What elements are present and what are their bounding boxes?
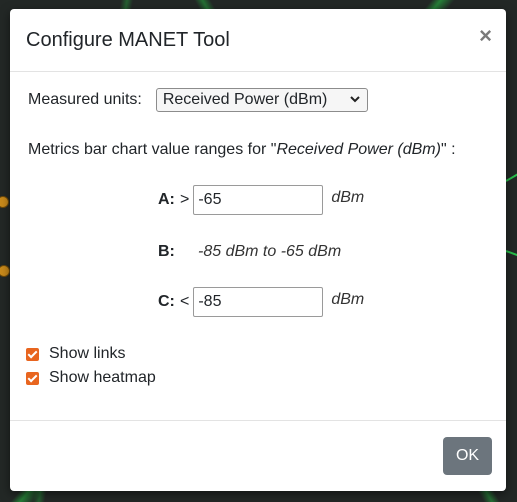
map-node-marker [0,265,10,277]
ranges-desc-suffix: " : [440,141,456,158]
range-b-row: B: -85 dBm to -65 dBm [158,243,341,261]
ok-button[interactable]: OK [443,437,492,475]
chevron-down-icon [349,93,361,108]
units-row: Measured units: Received Power (dBm) [28,88,368,112]
close-icon: × [479,23,492,48]
dialog-title: Configure MANET Tool [26,29,230,51]
show-links-checkbox[interactable] [26,347,39,361]
map-node-marker [0,196,9,208]
map-link-line [505,170,517,182]
range-c-label: C: [158,293,175,310]
close-button[interactable]: × [479,25,492,47]
units-label: Measured units: [28,91,142,108]
ranges-description: Metrics bar chart value ranges for "Rece… [28,141,456,159]
range-c-unit: dBm [331,291,365,308]
units-select-value: Received Power (dBm) [162,91,328,108]
ranges-desc-units: Received Power (dBm) [276,141,441,158]
show-heatmap-checkbox[interactable] [26,371,39,385]
show-heatmap-row[interactable]: Show heatmap [26,369,156,387]
range-a-row: A: > dBm [158,185,364,215]
range-c-row: C: < dBm [158,287,364,317]
range-a-input[interactable] [193,185,324,215]
dialog-header: Configure MANET Tool × [10,9,506,72]
configure-dialog: Configure MANET Tool × Measured units: R… [10,9,506,491]
show-heatmap-label: Show heatmap [49,369,156,386]
map-link-line [505,250,517,259]
range-c-input[interactable] [193,287,324,317]
ranges-desc-prefix: Metrics bar chart value ranges for " [28,141,277,158]
range-a-label: A: [158,191,175,208]
show-links-label: Show links [49,345,126,362]
units-select[interactable]: Received Power (dBm) [155,88,368,112]
range-b-text: -85 dBm to -65 dBm [198,243,342,260]
range-b-label: B: [158,243,175,260]
dialog-footer: OK [10,420,506,491]
show-links-row[interactable]: Show links [26,345,125,363]
range-a-operator: > [180,191,190,208]
range-c-operator: < [180,293,190,310]
range-a-unit: dBm [331,189,365,206]
